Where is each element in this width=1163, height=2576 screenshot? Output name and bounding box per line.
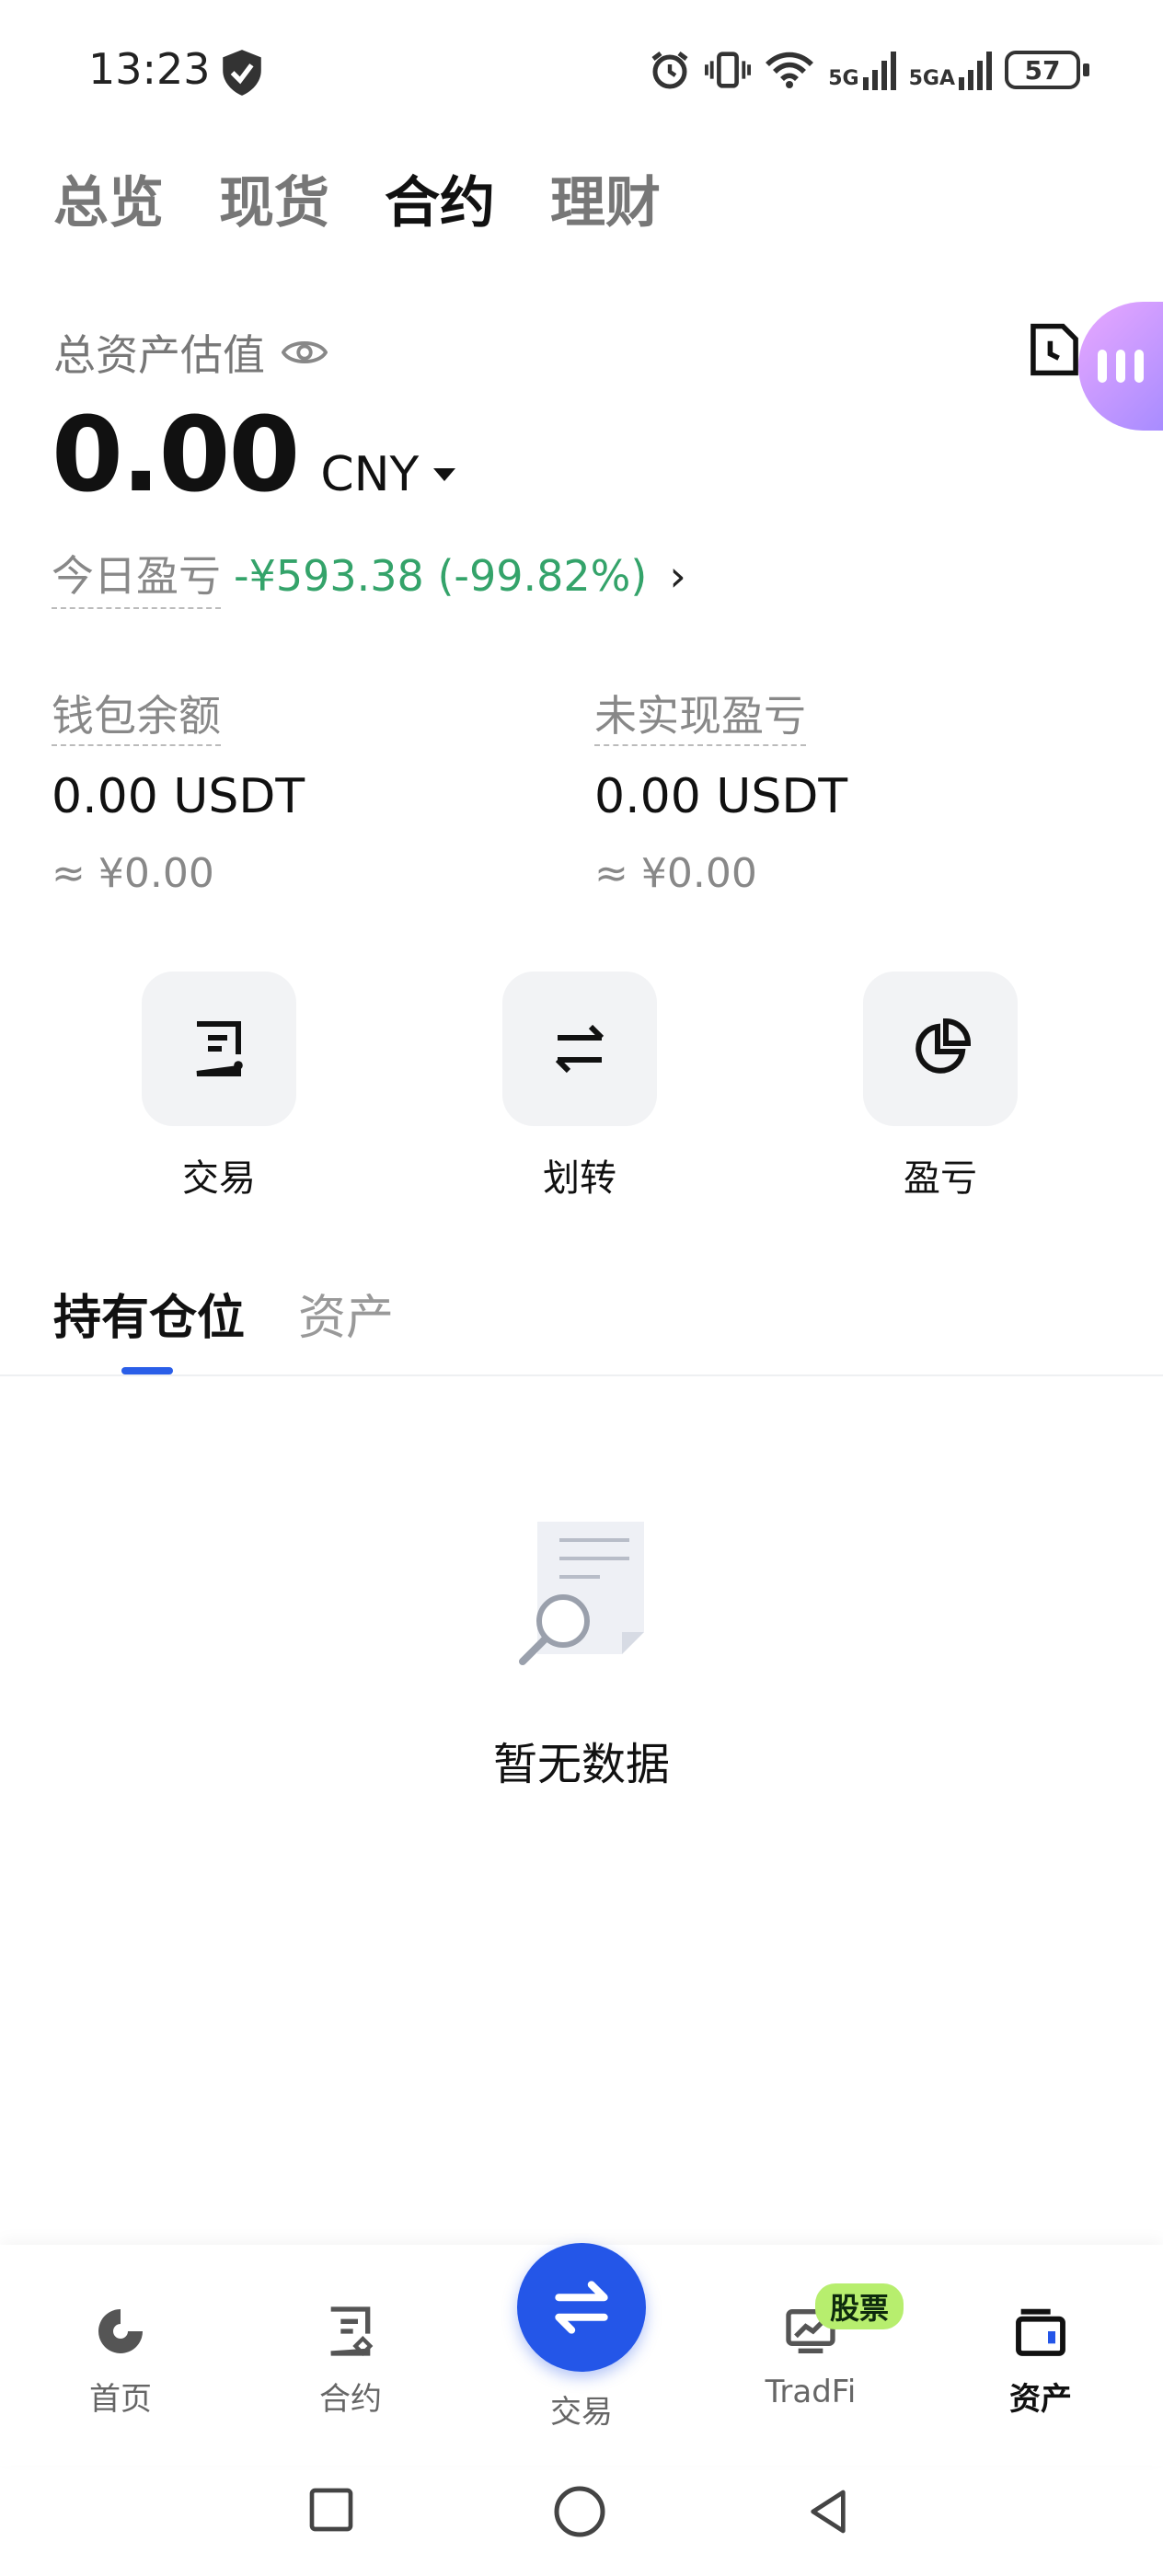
divider <box>0 1374 1163 1376</box>
caret-down-icon[interactable] <box>433 468 456 481</box>
wallet-balance: 钱包余额 0.00 USDT ≈ ¥0.00 <box>52 683 305 897</box>
network-type-2: 5GA <box>908 67 955 90</box>
active-tab-indicator <box>121 1367 173 1374</box>
tab-earn[interactable]: 理财 <box>550 158 661 238</box>
nav-label-trade: 交易 <box>550 2394 613 2431</box>
shield-icon <box>223 50 261 96</box>
status-icons: 5G 5GA 57 <box>648 48 1089 92</box>
signal-icon <box>959 52 992 90</box>
chevron-right-icon[interactable]: › <box>669 551 685 601</box>
transfer-action-button[interactable]: 划转 <box>502 972 657 1202</box>
chat-assistant-bubble[interactable] <box>1078 302 1163 431</box>
stock-badge: 股票 <box>815 2283 904 2329</box>
transfer-action-label: 划转 <box>543 1157 616 1200</box>
pnl-action-label: 盈亏 <box>904 1157 977 1200</box>
nav-label-home: 首页 <box>89 2381 152 2418</box>
today-pnl-label: 今日盈亏 <box>52 543 221 609</box>
eye-icon[interactable] <box>282 336 328 369</box>
tab-overview[interactable]: 总览 <box>53 158 164 238</box>
vibrate-icon <box>705 52 752 88</box>
home-button[interactable] <box>552 2484 607 2539</box>
pnl-action-button[interactable]: 盈亏 <box>863 972 1018 1202</box>
total-value: 0.00 <box>52 396 300 515</box>
tab-assets[interactable]: 资产 <box>298 1279 394 1348</box>
unrealized-pnl: 未实现盈亏 0.00 USDT ≈ ¥0.00 <box>594 683 847 897</box>
pie-chart-icon <box>915 1018 972 1074</box>
network-type-1: 5G <box>828 67 859 90</box>
nav-item-assets[interactable]: 资产 <box>962 2302 1119 2419</box>
unrealized-pnl-label: 未实现盈亏 <box>594 691 806 746</box>
history-doc-icon[interactable] <box>1029 322 1080 377</box>
empty-search-doc-icon <box>519 1522 644 1665</box>
swap-icon <box>555 2281 608 2334</box>
transfer-icon <box>555 1024 605 1074</box>
asset-estimate-label: 总资产估值 <box>53 330 265 380</box>
battery-indicator: 57 <box>1005 51 1089 89</box>
tab-spot[interactable]: 现货 <box>219 158 329 238</box>
nav-label-assets: 资产 <box>1009 2381 1072 2418</box>
trade-action-button[interactable]: 交易 <box>142 972 296 1202</box>
top-tabs: 总览 现货 合约 理财 <box>53 158 661 238</box>
wallet-balance-label: 钱包余额 <box>52 691 221 746</box>
home-icon <box>98 2309 143 2353</box>
unrealized-pnl-value: 0.00 USDT <box>594 769 848 824</box>
nav-item-contract[interactable]: 合约 <box>272 2302 429 2419</box>
total-value-row: 0.00 CNY <box>52 396 456 515</box>
empty-state-text: 暂无数据 <box>492 1739 670 1790</box>
trade-doc-icon <box>196 1021 243 1076</box>
trade-action-label: 交易 <box>182 1157 256 1200</box>
wifi-icon <box>766 52 814 88</box>
sub-tabs: 持有仓位 资产 <box>53 1279 394 1348</box>
nav-label-tradfi: TradFi <box>765 2374 857 2410</box>
nav-label-contract: 合约 <box>319 2381 382 2418</box>
alarm-icon <box>651 52 688 89</box>
tab-futures[interactable]: 合约 <box>385 158 495 238</box>
status-time: 13:23 <box>88 44 211 94</box>
back-button[interactable] <box>802 2484 854 2539</box>
contract-icon <box>330 2306 374 2357</box>
recent-apps-button[interactable] <box>305 2484 357 2536</box>
today-pnl-row[interactable]: 今日盈亏 -¥593.38 (-99.82%) › <box>52 543 686 609</box>
wallet-icon <box>1016 2308 1065 2356</box>
today-pnl-value: -¥593.38 (-99.82%) <box>234 551 648 601</box>
unrealized-pnl-approx: ≈ ¥0.00 <box>594 850 757 897</box>
wallet-balance-value: 0.00 USDT <box>52 769 305 824</box>
nav-item-home[interactable]: 首页 <box>42 2302 199 2419</box>
asset-estimate-row: 总资产估值 <box>53 322 328 383</box>
trade-fab-button[interactable] <box>517 2243 646 2372</box>
wallet-balance-approx: ≈ ¥0.00 <box>52 850 214 897</box>
battery-level: 57 <box>1024 54 1061 86</box>
signal-icon <box>862 52 896 90</box>
currency-selector[interactable]: CNY <box>320 447 419 502</box>
tab-positions[interactable]: 持有仓位 <box>53 1279 245 1348</box>
